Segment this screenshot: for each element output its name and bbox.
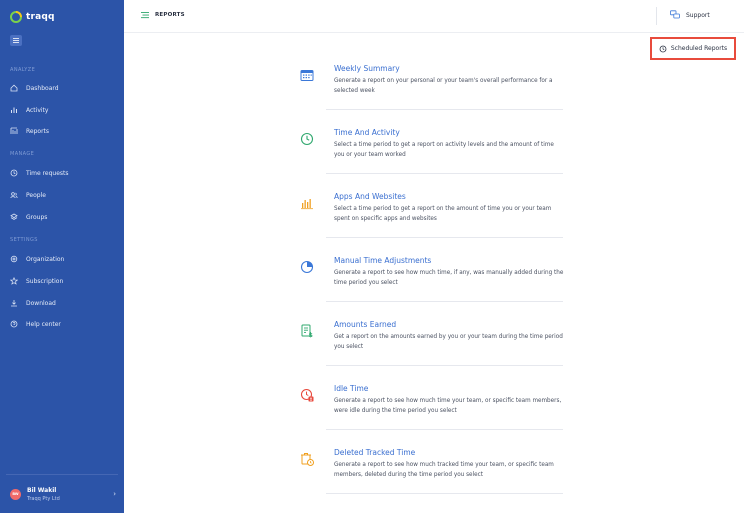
sidebar-item-help-center[interactable]: Help center — [10, 317, 120, 331]
divider — [326, 173, 563, 174]
logo-text: traqq — [26, 12, 55, 22]
calendar-icon — [300, 70, 314, 81]
sidebar-item-activity[interactable]: Activity — [10, 103, 120, 117]
page-title-text: REPORTS — [155, 12, 185, 18]
report-amounts-earned[interactable]: $ Amounts Earned Get a report on the amo… — [296, 318, 563, 382]
sidebar-item-label: Activity — [26, 106, 49, 114]
report-title[interactable]: Apps And Websites — [334, 192, 406, 201]
sidebar-item-dashboard[interactable]: Dashboard — [10, 81, 120, 95]
sidebar-item-label: Subscription — [26, 277, 64, 285]
report-manual-time-adjustments[interactable]: Manual Time Adjustments Generate a repor… — [296, 254, 563, 318]
sidebar-item-label: Dashboard — [26, 84, 59, 92]
bar-chart-icon — [301, 199, 313, 210]
report-deleted-tracked-time[interactable]: Deleted Tracked Time Generate a report t… — [296, 446, 563, 510]
report-title[interactable]: Weekly Summary — [334, 64, 400, 73]
divider — [326, 493, 563, 494]
clock-icon — [10, 169, 18, 177]
report-title[interactable]: Time And Activity — [334, 128, 400, 137]
sidebar-item-label: People — [26, 191, 46, 199]
sidebar-item-label: Download — [26, 299, 56, 307]
section-label-settings: SETTINGS — [10, 237, 38, 243]
profile-name: Bil Wakil — [27, 486, 57, 494]
divider — [326, 429, 563, 430]
dollar-document-icon: $ — [301, 324, 313, 338]
profile-org: Traqq Pty Ltd — [27, 495, 60, 502]
sidebar-item-label: Help center — [26, 320, 61, 328]
report-description: Generate a report on your personal or yo… — [334, 78, 553, 94]
download-icon — [10, 299, 18, 307]
divider — [326, 237, 563, 238]
user-profile[interactable]: BW Bil Wakil Traqq Pty Ltd › — [10, 484, 116, 504]
report-apps-and-websites[interactable]: Apps And Websites Select a time period t… — [296, 190, 563, 254]
sidebar-divider — [6, 474, 118, 475]
chevron-right-icon: › — [113, 490, 116, 498]
logo[interactable]: traqq — [10, 10, 55, 24]
report-idle-time[interactable]: Idle Time Generate a report to see how m… — [296, 382, 563, 446]
sidebar-item-label: Reports — [26, 127, 50, 135]
report-title[interactable]: Amounts Earned — [334, 320, 396, 329]
sidebar-item-reports[interactable]: Reports — [10, 124, 120, 138]
report-description: Generate a report to see how much time y… — [334, 398, 562, 414]
list-lines-icon — [141, 12, 149, 19]
pie-chart-icon — [300, 260, 314, 274]
sidebar-item-organization[interactable]: Organization — [10, 252, 120, 266]
report-description: Select a time period to get a report on … — [334, 206, 552, 222]
sidebar-item-label: Groups — [26, 213, 48, 221]
divider — [326, 109, 563, 110]
home-icon — [10, 84, 18, 92]
divider — [326, 301, 563, 302]
scheduled-reports-label: Scheduled Reports — [670, 45, 728, 52]
idle-clock-icon — [300, 388, 314, 402]
header-separator — [656, 7, 657, 25]
sidebar-item-subscription[interactable]: Subscription — [10, 274, 120, 288]
sidebar-item-download[interactable]: Download — [10, 296, 120, 310]
help-icon — [10, 320, 18, 328]
menu-toggle-button[interactable] — [10, 35, 22, 46]
report-description: Generate a report to see how much time, … — [334, 270, 564, 286]
scheduled-reports-button[interactable]: Scheduled Reports — [650, 37, 736, 60]
report-title[interactable]: Idle Time — [334, 384, 368, 393]
sidebar-item-label: Organization — [26, 255, 65, 263]
sidebar-item-time-requests[interactable]: Time requests — [10, 166, 120, 180]
page-title: REPORTS — [141, 11, 185, 19]
report-description: Select a time period to get a report on … — [334, 142, 554, 158]
support-button[interactable]: Support — [670, 10, 710, 20]
chat-bubbles-icon — [670, 10, 680, 19]
sidebar-item-people[interactable]: People — [10, 188, 120, 202]
top-header: REPORTS Support — [124, 0, 744, 33]
avatar: BW — [10, 488, 21, 500]
deleted-time-icon — [301, 453, 314, 466]
layers-icon — [10, 213, 18, 221]
report-description: Get a report on the amounts earned by yo… — [334, 334, 563, 350]
support-label: Support — [686, 11, 710, 19]
section-label-manage: MANAGE — [10, 151, 35, 157]
report-weekly-summary[interactable]: Weekly Summary Generate a report on your… — [296, 62, 563, 126]
star-icon — [10, 277, 18, 285]
sidebar-item-label: Time requests — [26, 169, 69, 177]
hamburger-icon — [13, 38, 19, 43]
reports-icon — [10, 127, 18, 135]
activity-bars-icon — [10, 106, 18, 114]
report-title[interactable]: Manual Time Adjustments — [334, 256, 431, 265]
report-description: Generate a report to see how much tracke… — [334, 462, 554, 478]
sidebar: traqq ANALYZE Dashboard Activity Reports… — [0, 0, 124, 513]
people-icon — [10, 191, 18, 199]
sidebar-item-groups[interactable]: Groups — [10, 210, 120, 224]
divider — [326, 365, 563, 366]
scheduled-clock-icon — [659, 45, 667, 52]
gear-icon — [10, 255, 18, 263]
traqq-logo-icon — [10, 11, 22, 23]
svg-text:$: $ — [309, 332, 313, 338]
report-time-and-activity[interactable]: Time And Activity Select a time period t… — [296, 126, 563, 190]
clock-icon — [300, 132, 314, 146]
section-label-analyze: ANALYZE — [10, 67, 36, 73]
report-title[interactable]: Deleted Tracked Time — [334, 448, 415, 457]
